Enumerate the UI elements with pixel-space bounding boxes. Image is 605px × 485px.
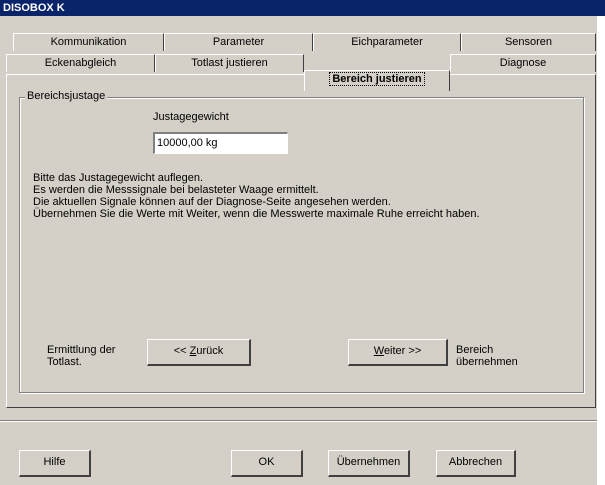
help-button[interactable]: Hilfe xyxy=(19,450,91,477)
next-caption-line-1: Bereich xyxy=(456,344,494,356)
next-button[interactable]: Weiter >> xyxy=(348,339,448,366)
tab-eichparameter[interactable]: Eichparameter xyxy=(313,33,461,51)
tab-diagnose[interactable]: Diagnose xyxy=(450,54,596,72)
back-button[interactable]: << Zurück xyxy=(147,339,251,366)
apply-button[interactable]: Übernehmen xyxy=(328,450,410,477)
instruction-line-2: Es werden die Messsignale bei belasteter… xyxy=(33,184,319,196)
tab-sensoren[interactable]: Sensoren xyxy=(461,33,596,51)
instruction-line-3: Die aktuellen Signale können auf der Dia… xyxy=(33,196,391,208)
tab-parameter[interactable]: Parameter xyxy=(164,33,313,51)
tab-totlast-justieren[interactable]: Totlast justieren xyxy=(155,54,304,72)
window-title: DISOBOX K xyxy=(0,0,605,16)
instruction-line-4: Übernehmen Sie die Werte mit Weiter, wen… xyxy=(33,208,480,220)
tab-kommunikation[interactable]: Kommunikation xyxy=(13,33,164,51)
footer-separator-highlight xyxy=(0,421,597,422)
ok-button[interactable]: OK xyxy=(231,450,303,477)
tab-bereich-justieren[interactable]: Bereich justieren xyxy=(304,70,450,91)
weight-label: Justagegewicht xyxy=(153,111,229,123)
weight-input[interactable]: 10000,00 kg xyxy=(153,132,288,154)
back-caption-line-2: Totlast. xyxy=(47,356,82,368)
back-caption-line-1: Ermittlung der xyxy=(47,344,116,356)
next-caption-line-2: übernehmen xyxy=(456,356,518,368)
background-edge xyxy=(597,16,605,485)
tab-eckenabgleich[interactable]: Eckenabgleich xyxy=(6,54,155,72)
cancel-button[interactable]: Abbrechen xyxy=(436,450,516,477)
group-title: Bereichsjustage xyxy=(25,90,108,102)
tab-panel: Bereichsjustage Justagegewicht 10000,00 … xyxy=(6,74,596,408)
instruction-line-1: Bitte das Justagegewicht auflegen. xyxy=(33,172,204,184)
